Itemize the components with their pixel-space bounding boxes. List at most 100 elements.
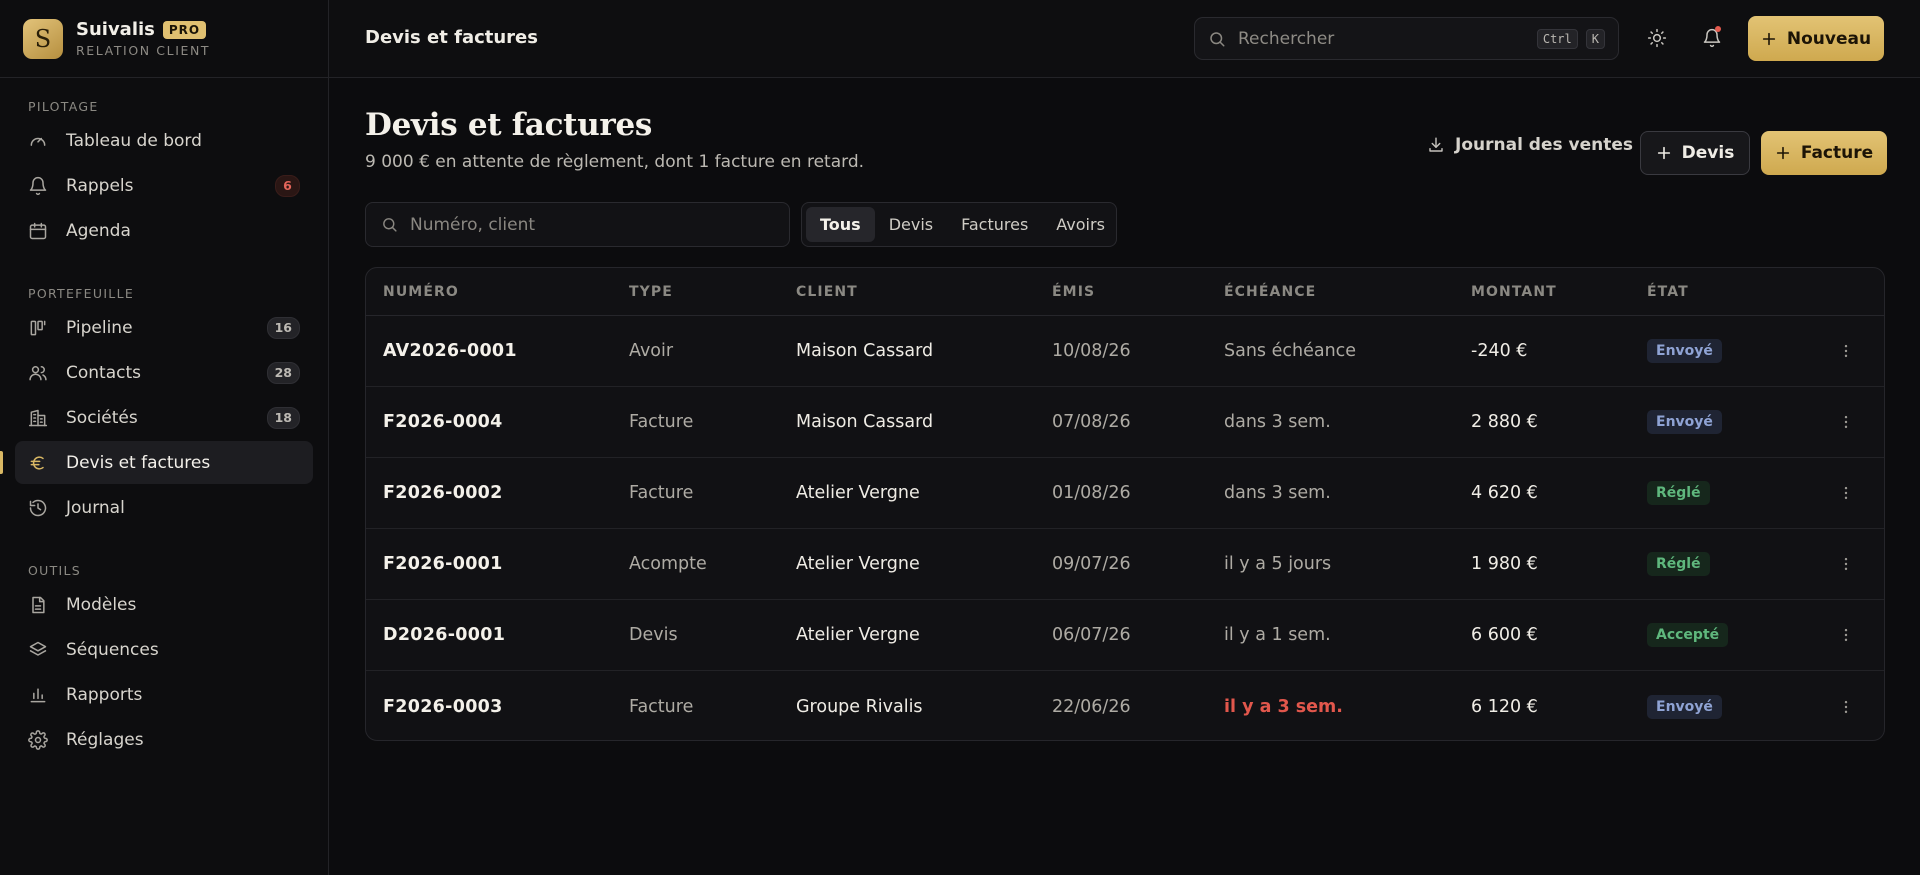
sidebar-item-label: Rapports <box>66 684 143 705</box>
bar-chart-icon <box>28 685 48 705</box>
table-row[interactable]: F2026-0001 Acompte Atelier Vergne 09/07/26 i… <box>366 529 1884 600</box>
sidebar-item-count: 28 <box>266 361 300 384</box>
document-search[interactable] <box>365 202 790 247</box>
plus-icon <box>1761 31 1777 47</box>
document-number[interactable]: F2026-0001 <box>383 554 503 574</box>
nav-section-pilotage: PILOTAGE Tableau de bord Rappels 6 Agenda <box>0 88 328 252</box>
issue-date: 07/08/26 <box>1052 412 1131 432</box>
document-search-input[interactable] <box>410 214 770 235</box>
row-actions-button[interactable] <box>1836 552 1856 576</box>
status-cell: Accepté <box>1647 623 1729 647</box>
type-filter-tabs: Tous Devis Factures Avoirs <box>801 202 1117 247</box>
table-body: AV2026-0001 Avoir Maison Cassard 10/08/26 Sa… <box>366 316 1884 740</box>
row-actions-button[interactable] <box>1836 481 1856 505</box>
column-header-emis[interactable]: ÉMIS <box>1052 284 1095 300</box>
table-row[interactable]: F2026-0003 Facture Groupe Rivalis 22/06/26 i… <box>366 671 1884 740</box>
sidebar-item-count: 6 <box>275 174 300 197</box>
row-actions-button[interactable] <box>1836 695 1856 719</box>
sidebar-item-count: 18 <box>266 406 300 429</box>
sidebar-item-journal[interactable]: Journal <box>15 486 313 529</box>
status-cell: Envoyé <box>1647 339 1722 363</box>
status-badge: Accepté <box>1647 623 1729 647</box>
brand[interactable]: S Suivalis PRO RELATION CLIENT <box>0 0 328 78</box>
row-actions-button[interactable] <box>1836 623 1856 647</box>
table-row[interactable]: AV2026-0001 Avoir Maison Cassard 10/08/26 Sa… <box>366 316 1884 387</box>
nav-section-outils: OUTILS Modèles Séquences Rapports Réglages <box>0 552 328 761</box>
more-vertical-icon <box>1837 484 1855 502</box>
more-vertical-icon <box>1837 342 1855 360</box>
status-cell: Réglé <box>1647 552 1710 576</box>
sidebar-item-label: Devis et factures <box>66 452 211 473</box>
sidebar-item-reglages[interactable]: Réglages <box>15 718 313 761</box>
new-invoice-label: Facture <box>1800 143 1874 163</box>
sidebar-item-societes[interactable]: Sociétés 18 <box>15 396 313 439</box>
sidebar-item-modeles[interactable]: Modèles <box>15 583 313 626</box>
sidebar-item-sequences[interactable]: Séquences <box>15 628 313 671</box>
sidebar-item-rapports[interactable]: Rapports <box>15 673 313 716</box>
bell-icon <box>28 176 48 196</box>
plus-icon <box>1775 145 1791 161</box>
document-type: Avoir <box>629 341 674 361</box>
client-name[interactable]: Maison Cassard <box>796 412 933 432</box>
new-quote-button[interactable]: Devis <box>1640 131 1750 175</box>
sales-journal-label: Journal des ventes <box>1455 135 1634 155</box>
sidebar-item-tableau-de-bord[interactable]: Tableau de bord <box>15 119 313 162</box>
document-number[interactable]: F2026-0002 <box>383 483 503 503</box>
documents-table: NUMÉRO TYPE CLIENT ÉMIS ÉCHÉANCE MONTANT ÉTAT … <box>365 267 1885 741</box>
sidebar-item-label: Réglages <box>66 729 144 750</box>
column-header-echeance[interactable]: ÉCHÉANCE <box>1224 284 1316 300</box>
client-name[interactable]: Atelier Vergne <box>796 554 920 574</box>
brand-subtitle: RELATION CLIENT <box>76 43 211 58</box>
amount: -240 € <box>1471 341 1528 361</box>
status-badge: Envoyé <box>1647 694 1722 719</box>
new-button[interactable]: Nouveau <box>1748 16 1884 61</box>
table-row[interactable]: F2026-0004 Facture Maison Cassard 07/08/26 d… <box>366 387 1884 458</box>
new-quote-label: Devis <box>1681 143 1735 163</box>
table-row[interactable]: F2026-0002 Facture Atelier Vergne 01/08/26 d… <box>366 458 1884 529</box>
sidebar-item-rappels[interactable]: Rappels 6 <box>15 164 313 207</box>
sales-journal-button[interactable]: Journal des ventes <box>1427 127 1633 163</box>
sidebar-item-agenda[interactable]: Agenda <box>15 209 313 252</box>
sidebar-item-pipeline[interactable]: Pipeline 16 <box>15 306 313 349</box>
tab-tous[interactable]: Tous <box>806 207 875 242</box>
amount: 6 600 € <box>1471 625 1538 645</box>
document-number[interactable]: D2026-0001 <box>383 625 505 645</box>
row-actions-button[interactable] <box>1836 339 1856 363</box>
sidebar-item-devis-et-factures[interactable]: Devis et factures <box>0 441 313 484</box>
plus-icon <box>1656 145 1672 161</box>
document-number[interactable]: F2026-0004 <box>383 412 503 432</box>
document-number[interactable]: F2026-0003 <box>383 697 503 717</box>
tab-devis[interactable]: Devis <box>875 207 947 242</box>
client-name[interactable]: Groupe Rivalis <box>796 697 923 717</box>
column-header-type[interactable]: TYPE <box>629 284 673 300</box>
more-vertical-icon <box>1837 626 1855 644</box>
theme-toggle-button[interactable] <box>1640 21 1674 55</box>
column-header-client[interactable]: CLIENT <box>796 284 858 300</box>
file-text-icon <box>28 595 48 615</box>
layers-icon <box>28 640 48 660</box>
document-number[interactable]: AV2026-0001 <box>383 341 517 361</box>
client-name[interactable]: Atelier Vergne <box>796 625 920 645</box>
client-name[interactable]: Maison Cassard <box>796 341 933 361</box>
brand-logo: S <box>23 18 63 59</box>
notifications-button[interactable] <box>1695 21 1729 55</box>
sidebar-item-label: Pipeline <box>66 317 133 338</box>
column-header-montant[interactable]: MONTANT <box>1471 284 1557 300</box>
column-header-numero[interactable]: NUMÉRO <box>383 284 459 300</box>
column-header-etat[interactable]: ÉTAT <box>1647 284 1689 300</box>
tab-avoirs[interactable]: Avoirs <box>1042 207 1119 242</box>
client-name[interactable]: Atelier Vergne <box>796 483 920 503</box>
document-type: Facture <box>629 483 694 503</box>
sidebar-item-contacts[interactable]: Contacts 28 <box>15 351 313 394</box>
due-date: dans 3 sem. <box>1224 412 1331 432</box>
global-search[interactable]: Rechercher Ctrl K <box>1194 17 1619 60</box>
status-cell: Envoyé <box>1647 694 1722 719</box>
kanban-icon <box>28 318 48 338</box>
new-invoice-button[interactable]: Facture <box>1761 131 1887 175</box>
tab-factures[interactable]: Factures <box>947 207 1042 242</box>
table-row[interactable]: D2026-0001 Devis Atelier Vergne 06/07/26 il … <box>366 600 1884 671</box>
status-badge: Réglé <box>1647 552 1710 576</box>
amount: 4 620 € <box>1471 483 1538 503</box>
sidebar-item-label: Journal <box>66 497 125 518</box>
row-actions-button[interactable] <box>1836 410 1856 434</box>
